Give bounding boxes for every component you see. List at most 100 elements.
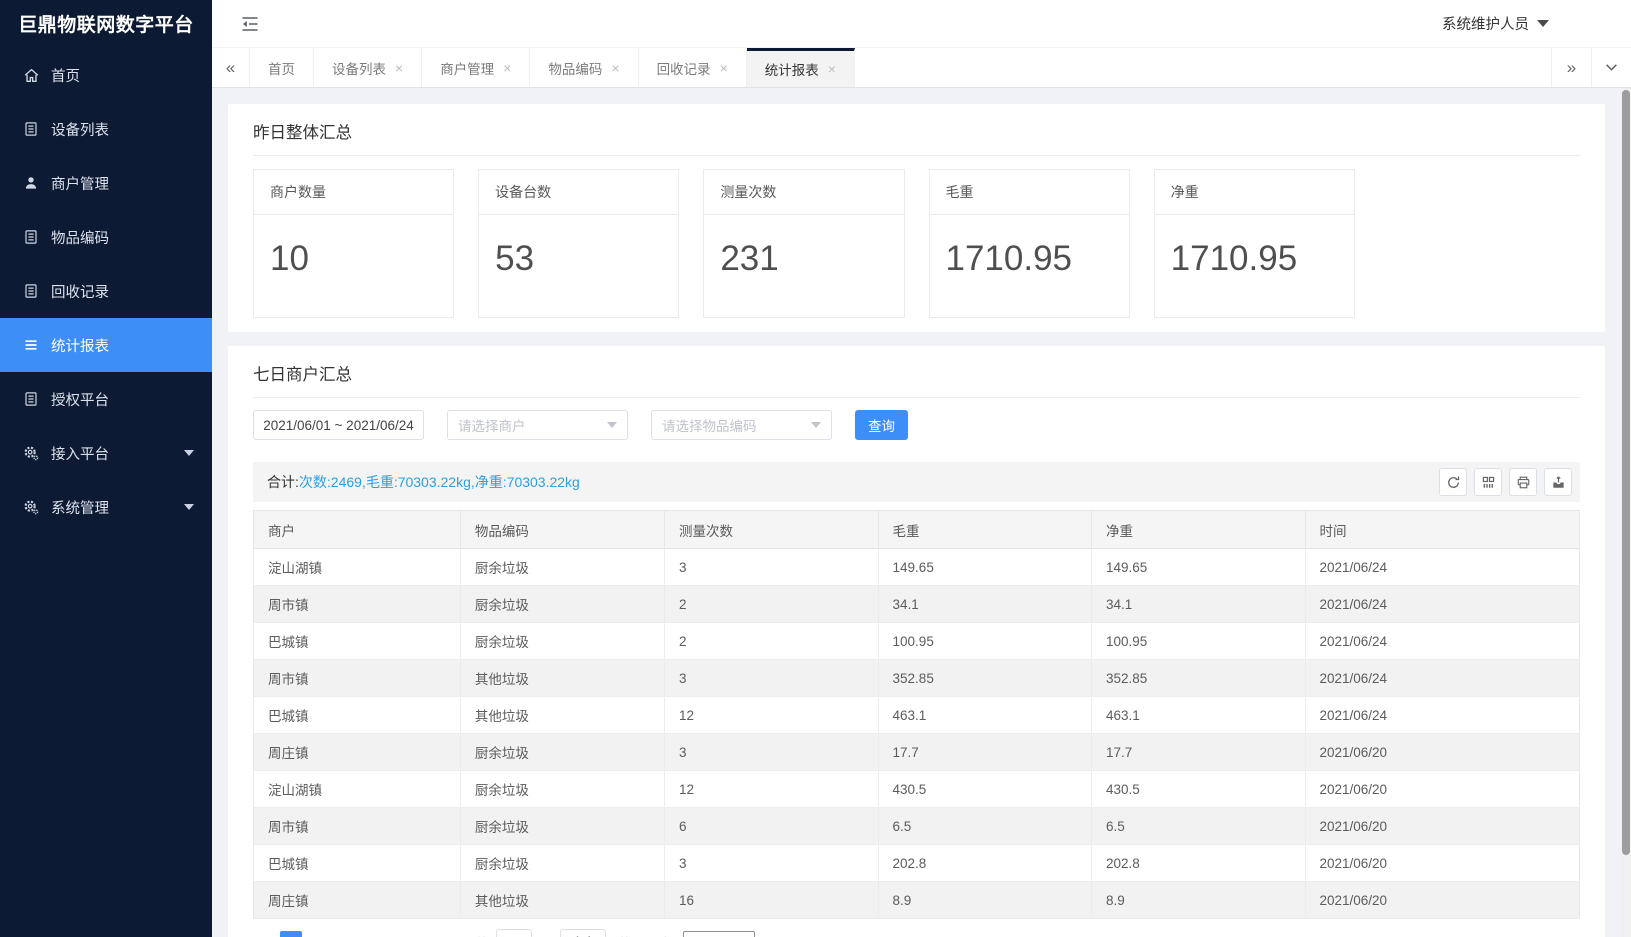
stat-card-value: 1710.95	[930, 215, 1129, 317]
content-area: 昨日整体汇总 商户数量10设备台数53测量次数231毛重1710.95净重171…	[212, 88, 1631, 937]
stat-card-2: 测量次数231	[703, 169, 904, 318]
sidebar-item-label: 首页	[51, 65, 198, 86]
table-cell: 463.1	[1092, 697, 1305, 734]
page-button-17[interactable]: 17	[402, 931, 424, 937]
merchant-select[interactable]: 请选择商户	[447, 410, 628, 440]
doc-icon	[22, 282, 40, 300]
sidebar-item-label: 统计报表	[51, 335, 198, 356]
sidebar-item-1[interactable]: 设备列表	[0, 102, 212, 156]
user-name: 系统维护人员	[1442, 13, 1529, 34]
doc-icon	[22, 228, 40, 246]
table-cell: 2021/06/24	[1305, 623, 1580, 660]
sidebar-item-label: 授权平台	[51, 389, 198, 410]
close-icon[interactable]: ×	[503, 61, 511, 75]
vertical-scrollbar[interactable]	[1621, 88, 1631, 937]
close-icon[interactable]: ×	[611, 61, 619, 75]
page-ellipsis: …	[373, 931, 395, 937]
page-number-input[interactable]	[496, 929, 532, 937]
stat-card-label: 设备台数	[479, 170, 678, 215]
table-cell: 周市镇	[254, 660, 461, 697]
user-icon	[22, 174, 40, 192]
tabs-scroll-left-icon[interactable]: «	[212, 48, 250, 87]
table-cell: 2021/06/20	[1305, 808, 1580, 845]
table-cell: 8.9	[878, 882, 1091, 919]
goto-confirm-button[interactable]: 确定	[560, 929, 606, 937]
page-button-1[interactable]: 1	[280, 931, 302, 937]
gear-icon	[22, 444, 40, 462]
table-cell: 8.9	[1092, 882, 1305, 919]
tab-4[interactable]: 回收记录×	[639, 48, 747, 87]
table-row: 淀山湖镇厨余垃圾3149.65149.652021/06/24	[254, 549, 1580, 586]
scrollbar-thumb[interactable]	[1622, 90, 1630, 855]
table-cell: 3	[665, 549, 878, 586]
tab-5[interactable]: 统计报表 ×	[747, 48, 855, 87]
table-cell: 2	[665, 586, 878, 623]
stat-card-4: 净重1710.95	[1154, 169, 1355, 318]
total-count-label: 共 162 条	[618, 933, 673, 937]
date-range-input[interactable]: 2021/06/01 ~ 2021/06/24	[253, 410, 424, 440]
table-cell: 2021/06/24	[1305, 660, 1580, 697]
chevron-down-icon	[811, 422, 821, 428]
tab-bar: « 首页设备列表×商户管理×物品编码×回收记录× 统计报表 × »	[212, 47, 1631, 88]
sidebar-item-3[interactable]: 物品编码	[0, 210, 212, 264]
table-cell: 淀山湖镇	[254, 549, 461, 586]
column-header: 时间	[1305, 511, 1580, 549]
table-cell: 17.7	[878, 734, 1091, 771]
doc-icon	[22, 390, 40, 408]
tab-2[interactable]: 商户管理×	[422, 48, 530, 87]
table-cell: 202.8	[878, 845, 1091, 882]
table-cell: 厨余垃圾	[460, 623, 664, 660]
tabs-scroll-right-icon[interactable]: »	[1551, 48, 1591, 87]
doc-icon	[22, 120, 40, 138]
search-button[interactable]: 查询	[855, 410, 908, 440]
sidebar-item-7[interactable]: 接入平台	[0, 426, 212, 480]
columns-button[interactable]	[1474, 468, 1502, 496]
sidebar-item-4[interactable]: 回收记录	[0, 264, 212, 318]
close-icon[interactable]: ×	[828, 62, 836, 76]
table-cell: 厨余垃圾	[460, 771, 664, 808]
sidebar-item-5[interactable]: 统计报表	[0, 318, 212, 372]
table-cell: 34.1	[878, 586, 1091, 623]
chevron-down-icon	[1537, 20, 1549, 27]
close-icon[interactable]: ×	[395, 61, 403, 75]
tab-3[interactable]: 物品编码×	[530, 48, 638, 87]
export-button[interactable]	[1544, 468, 1572, 496]
user-dropdown[interactable]: 系统维护人员	[1442, 13, 1549, 34]
page-button-2[interactable]: 2	[312, 931, 334, 937]
refresh-button[interactable]	[1439, 468, 1467, 496]
stat-card-label: 毛重	[930, 170, 1129, 215]
print-button[interactable]	[1509, 468, 1537, 496]
stat-card-value: 10	[254, 215, 453, 317]
tab-1[interactable]: 设备列表×	[314, 48, 422, 87]
next-page-icon[interactable]: ›	[429, 934, 449, 937]
sidebar-item-label: 物品编码	[51, 227, 198, 248]
sidebar-item-6[interactable]: 授权平台	[0, 372, 212, 426]
table-row: 周庄镇其他垃圾168.98.92021/06/20	[254, 882, 1580, 919]
sidebar-item-2[interactable]: 商户管理	[0, 156, 212, 210]
table-row: 巴城镇厨余垃圾3202.8202.82021/06/20	[254, 845, 1580, 882]
table-cell: 其他垃圾	[460, 697, 664, 734]
sidebar-collapse-icon[interactable]	[240, 16, 260, 32]
tab-label: 统计报表	[765, 59, 819, 79]
table-cell: 6	[665, 808, 878, 845]
stat-card-0: 商户数量10	[253, 169, 454, 318]
page-size-select[interactable]: 10 条/页 ▼	[683, 931, 755, 937]
top-bar: 系统维护人员	[212, 0, 1631, 47]
page-button-3[interactable]: 3	[344, 931, 366, 937]
table-cell: 352.85	[1092, 660, 1305, 697]
column-header: 商户	[254, 511, 461, 549]
yesterday-summary-panel: 昨日整体汇总 商户数量10设备台数53测量次数231毛重1710.95净重171…	[228, 104, 1605, 332]
tabs-menu-icon[interactable]	[1591, 48, 1631, 87]
column-header: 测量次数	[665, 511, 878, 549]
chevron-down-icon	[184, 450, 194, 456]
stat-card-value: 1710.95	[1155, 215, 1354, 317]
table-cell: 其他垃圾	[460, 882, 664, 919]
prev-page-icon[interactable]: ‹	[255, 934, 275, 937]
sidebar-item-8[interactable]: 系统管理	[0, 480, 212, 534]
table-cell: 厨余垃圾	[460, 586, 664, 623]
close-icon[interactable]: ×	[720, 61, 728, 75]
stat-card-label: 商户数量	[254, 170, 453, 215]
sidebar-item-0[interactable]: 首页	[0, 48, 212, 102]
item-code-select[interactable]: 请选择物品编码	[651, 410, 832, 440]
tab-0[interactable]: 首页	[250, 48, 314, 87]
